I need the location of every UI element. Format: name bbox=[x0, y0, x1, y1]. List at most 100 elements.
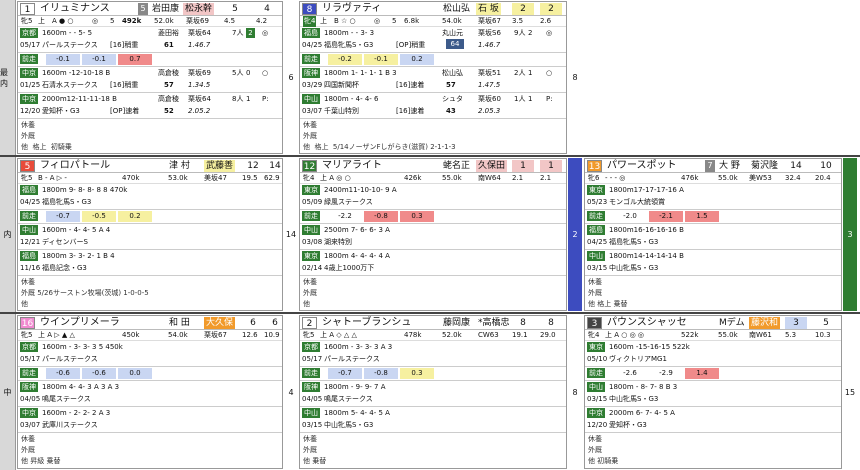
race-date: 01/25 bbox=[20, 81, 41, 89]
pace-bar: 前走 -0.2 -0.1 0.2 bbox=[300, 53, 566, 67]
card-subinfo: 牝4 上 B ☆ ○ ◎ 5 6.8k 54.0k 栗坂67 3.5 2.6 bbox=[300, 16, 566, 27]
horse-number: 1 bbox=[20, 3, 35, 15]
race-date: 05/17 bbox=[20, 41, 41, 49]
outside-stable-label: 外厩 bbox=[303, 132, 317, 140]
race-distance: 1600m -12-10-18 B bbox=[42, 69, 111, 77]
race-rank: 9人 bbox=[514, 29, 526, 37]
pace-value: -0.1 bbox=[82, 54, 116, 65]
past-race-2: 中京 01/25 1600m -12-10-18 B 石清水ステークス [16]… bbox=[18, 67, 282, 93]
track-tag: 京都 bbox=[20, 28, 38, 38]
race-rank: 1人 bbox=[514, 95, 526, 103]
pace-value: -0.1 bbox=[364, 54, 398, 65]
race-rating: 栗坂51 bbox=[478, 69, 501, 77]
row-divider bbox=[0, 312, 860, 314]
track-tag: 中京 bbox=[20, 94, 38, 104]
other-label: 他 格上 初騎乗 bbox=[21, 143, 72, 151]
gate-number: 8 bbox=[572, 73, 578, 82]
horse-name[interactable]: イリュミナンス bbox=[40, 3, 110, 15]
race-time: 2.05.2 bbox=[188, 107, 211, 115]
rest-label: 休養 bbox=[303, 121, 317, 129]
horse-card-3[interactable]: 3 パウンスシャッセ Mデム 藤沢和 3 5 牝4 上 A ○ ◎ ◎ 522k 55.0k 南W… bbox=[584, 315, 842, 469]
track-tag: 阪神 bbox=[302, 68, 320, 78]
race-weight: 64 bbox=[446, 39, 464, 49]
track-tag: 中山 bbox=[302, 94, 320, 104]
race-rank: 5人 bbox=[232, 69, 244, 77]
race-mark: ○ bbox=[546, 69, 553, 77]
race-name: 福島牝馬S・G3 bbox=[324, 41, 374, 49]
post-badge: 5 bbox=[138, 3, 148, 15]
pace-bar: 前走 -0.1 -0.1 0.7 bbox=[18, 53, 282, 67]
lane-label-middle: 中 bbox=[0, 314, 16, 470]
race-time: 1.46.7 bbox=[188, 41, 211, 49]
race-grade: [OP]速着 bbox=[110, 107, 140, 115]
race-weight: 61 bbox=[164, 41, 174, 49]
past-race-1: 京都 05/17 1600m - - 5- 5 パールステークス [16]稍重 … bbox=[18, 27, 282, 53]
race-position: 2 bbox=[528, 29, 533, 37]
other-label: 他 格上 5/14ノーザンFしがらき(滋賀) 2-1-1-3 bbox=[303, 143, 456, 151]
race-name: パールステークス bbox=[42, 41, 98, 49]
odds-2: 4 bbox=[264, 4, 270, 14]
lane-label-innermost: 最内 bbox=[0, 0, 16, 155]
race-distance: 1600m - - 5- 5 bbox=[42, 29, 93, 37]
race-mark: ◎ bbox=[262, 29, 269, 37]
race-position: 1 bbox=[528, 95, 533, 103]
horse-name[interactable]: リラヴァティ bbox=[322, 3, 381, 15]
race-name: 石清水ステークス bbox=[42, 81, 98, 89]
race-date: 04/25 bbox=[302, 41, 323, 49]
race-weight: 57 bbox=[446, 81, 456, 89]
row-divider bbox=[0, 155, 860, 157]
race-jockey: 丸山元 bbox=[442, 29, 463, 37]
race-rating: 栗坂64 bbox=[188, 29, 211, 37]
race-grade: [16]稍重 bbox=[110, 41, 139, 49]
race-date: 12/20 bbox=[20, 107, 41, 115]
gate-number: 6 bbox=[288, 73, 294, 82]
race-time: 1.47.5 bbox=[478, 81, 501, 89]
past-race-2: 阪神 03/29 1800m 1- 1- 1- 1 B 3 四国新聞杯 [16]… bbox=[300, 67, 566, 93]
race-name: 四国新聞杯 bbox=[324, 81, 359, 89]
race-grade: [OP]稍重 bbox=[396, 41, 426, 49]
race-distance: 1800m 1- 1- 1- 1 B 3 bbox=[324, 69, 397, 77]
rest-label: 休養 bbox=[21, 121, 35, 129]
odds-2: 2 bbox=[540, 3, 562, 15]
race-rating: 栗坂69 bbox=[188, 69, 211, 77]
past-race-1: 福島 04/25 1800m - - 3- 3 福島牝馬S・G3 [OP]稍重 … bbox=[300, 27, 566, 53]
horse-number: 8 bbox=[302, 3, 317, 15]
race-grade: [16]速着 bbox=[396, 107, 425, 115]
horse-card-2[interactable]: 2 シャトーブランシュ 藤岡康 *高橋忠 8 8 牝5 上 A ◇ △ △ 478k 52.0k… bbox=[299, 315, 567, 469]
pace-value: -0.2 bbox=[328, 54, 362, 65]
race-position: 1 bbox=[528, 69, 533, 77]
pace-value: -0.1 bbox=[46, 54, 80, 65]
race-mark: P: bbox=[262, 95, 269, 103]
race-weight: 43 bbox=[446, 107, 456, 115]
horse-card-5[interactable]: 5 フィロパトール津 村武藤善 12 14 牝5 B - A ▷ -470k 53.0k 美… bbox=[17, 158, 283, 311]
race-jockey: シュタ bbox=[442, 95, 463, 103]
race-rank: 2人 bbox=[514, 69, 526, 77]
trainer-name: 石 坂 bbox=[476, 3, 501, 15]
race-rank: 7人 bbox=[232, 29, 244, 37]
race-time: 1.34.5 bbox=[188, 81, 211, 89]
race-weight: 52 bbox=[164, 107, 174, 115]
past-race-3: 中山 03/07 1800m - 4- 4- 6 千葉山特別 [16]速着 シュ… bbox=[300, 93, 566, 119]
horse-card-1[interactable]: 1 イリュミナンス 5 岩田康 松永幹 5 4 牝5 上 A ● ○ ◎ 5 4… bbox=[17, 1, 283, 154]
race-name: 千葉山特別 bbox=[324, 107, 359, 115]
race-name: 愛知杯・G3 bbox=[42, 107, 80, 115]
odds-1: 5 bbox=[232, 4, 238, 14]
horse-card-13[interactable]: 13 パワースポット 7 大 野菊沢隆 14 10 牝6- - - ◎ 476k 55.0k 美… bbox=[584, 158, 842, 311]
horse-card-8[interactable]: 8 リラヴァティ 松山弘 石 坂 2 2 牝4 上 B ☆ ○ ◎ 5 6.8k… bbox=[299, 1, 567, 154]
race-rating: 栗坂60 bbox=[478, 95, 501, 103]
past-race-3: 中京 12/20 2000m12-11-11-18 B 愛知杯・G3 [OP]速… bbox=[18, 93, 282, 119]
trainer-name: 松永幹 bbox=[183, 3, 215, 15]
race-jockey: 高倉稜 bbox=[158, 95, 179, 103]
horse-card-12[interactable]: 12 マリアライト 蛯名正 久保田 1 1 牝4 上 A ◎ ○ 426k 55.0k 南W64 2… bbox=[299, 158, 567, 311]
card-header: 8 リラヴァティ 松山弘 石 坂 2 2 bbox=[300, 2, 566, 16]
race-rating: 栗坂64 bbox=[188, 95, 211, 103]
race-distance: 1800m - - 3- 3 bbox=[324, 29, 375, 37]
track-tag: 中京 bbox=[20, 68, 38, 78]
horse-card-16[interactable]: 16 ウインプリメーラ和 田大久保 6 6 牝5 上 A ▷ ▲ △ 450k 54.0k 栗… bbox=[17, 315, 283, 469]
race-distance: 2000m12-11-11-18 B bbox=[42, 95, 117, 103]
card-header: 1 イリュミナンス 5 岩田康 松永幹 5 4 bbox=[18, 2, 282, 16]
race-jockey: 菱田裕 bbox=[158, 29, 179, 37]
race-weight: 57 bbox=[164, 81, 174, 89]
race-jockey: 松山弘 bbox=[442, 69, 463, 77]
race-mark: ◎ bbox=[546, 29, 553, 37]
